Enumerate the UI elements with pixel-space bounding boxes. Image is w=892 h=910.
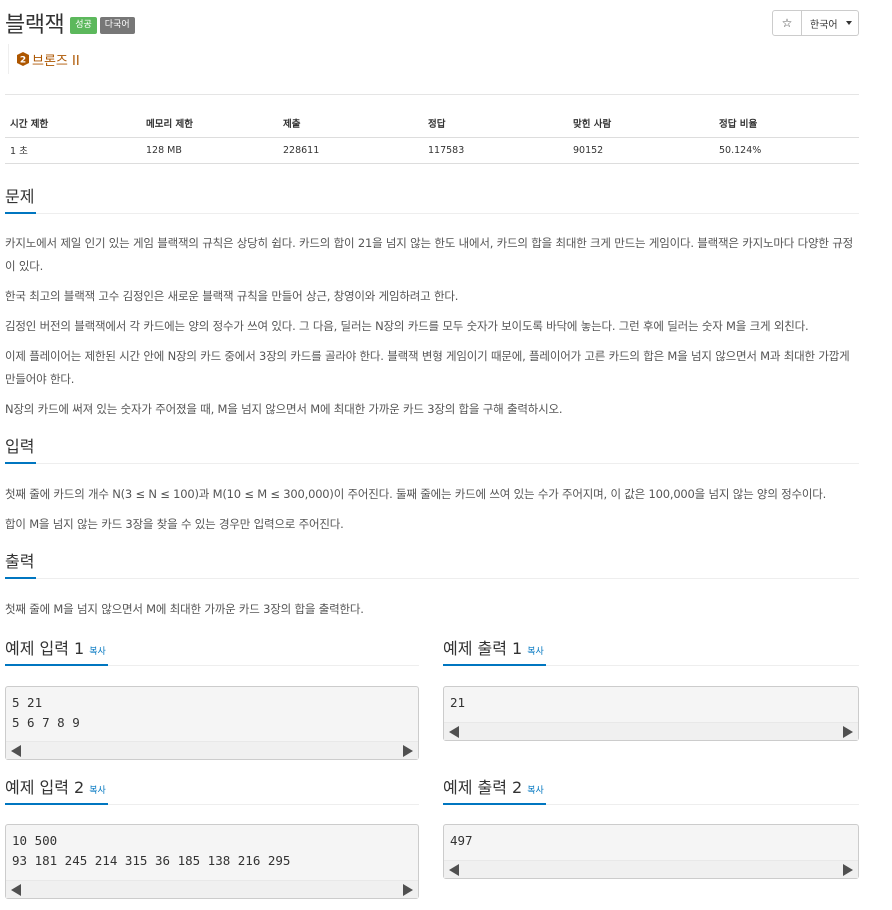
- stats-cell: 50.124%: [714, 137, 859, 164]
- input-paragraph: 합이 M을 넘지 않는 카드 3장을 찾을 수 있는 경우만 입력으로 주어진다…: [5, 517, 344, 531]
- star-icon: ☆: [781, 16, 793, 30]
- success-badge: 성공: [70, 16, 97, 34]
- input-section-head: 입력: [5, 436, 859, 464]
- sample-input-1-title: 예제 입력 1 복사: [5, 635, 108, 666]
- scroll-right-icon[interactable]: [843, 726, 853, 738]
- language-label: 한국어: [810, 19, 838, 31]
- output-heading: 출력: [5, 548, 37, 579]
- sample-input-2-box[interactable]: 10 500 93 181 245 214 315 36 185 138 216…: [5, 824, 419, 899]
- stats-cell: 90152: [568, 137, 714, 164]
- sample-output-2-title: 예제 출력 2 복사: [443, 774, 546, 805]
- scroll-left-icon[interactable]: [449, 864, 459, 876]
- stats-header: 정답 비율: [714, 109, 859, 138]
- input-paragraph: 첫째 줄에 카드의 개수 N(3 ≤ N ≤ 100)과 M(10 ≤ M ≤ …: [5, 487, 827, 501]
- output-paragraph: 첫째 줄에 M을 넘지 않으면서 M에 최대한 가까운 카드 3장의 합을 출력…: [5, 602, 364, 616]
- stats-header: 시간 제한: [5, 109, 141, 138]
- tier-icon: 2: [17, 52, 29, 66]
- sample-output-1-box[interactable]: 21: [443, 686, 859, 741]
- scroll-left-icon[interactable]: [11, 745, 21, 757]
- sample-output-2-head: 예제 출력 2 복사: [443, 775, 859, 805]
- problem-paragraph: 카지노에서 제일 인기 있는 게임 블랙잭의 규칙은 상당히 쉽다. 카드의 합…: [5, 236, 853, 273]
- sample-output-2: 497: [450, 833, 473, 848]
- scroll-right-icon[interactable]: [403, 745, 413, 757]
- stats-header: 정답: [423, 109, 568, 138]
- sample-output-1-title-text: 예제 출력 1: [443, 639, 523, 658]
- sample-input-2-title: 예제 입력 2 복사: [5, 774, 108, 805]
- stats-row: 1 초 128 MB 228611 117583 90152 50.124%: [5, 137, 859, 164]
- horizontal-scrollbar[interactable]: [6, 741, 418, 759]
- multilang-badge: 다국어: [99, 16, 135, 34]
- title-row: 블랙잭 성공 다국어: [5, 8, 135, 38]
- stats-cell: 1 초: [5, 137, 141, 164]
- stats-header: 제출: [278, 109, 423, 138]
- copy-button[interactable]: 복사: [89, 647, 106, 657]
- sample-output-1-title: 예제 출력 1 복사: [443, 635, 546, 666]
- stats-cell: 117583: [423, 137, 568, 164]
- divider: [5, 94, 859, 95]
- horizontal-scrollbar[interactable]: [444, 860, 858, 878]
- input-heading: 입력: [5, 433, 37, 464]
- stats-cell: 128 MB: [141, 137, 278, 164]
- problem-paragraph: 김정인 버전의 블랙잭에서 각 카드에는 양의 정수가 쓰여 있다. 그 다음,…: [5, 319, 809, 333]
- sample-input-2: 10 500 93 181 245 214 315 36 185 138 216…: [12, 833, 291, 868]
- horizontal-scrollbar[interactable]: [444, 722, 858, 740]
- page-title: 블랙잭: [5, 13, 65, 38]
- language-select[interactable]: 한국어: [802, 10, 859, 36]
- stats-header-row: 시간 제한 메모리 제한 제출 정답 맞힌 사람 정답 비율: [5, 109, 859, 138]
- top-controls: ☆ 한국어: [772, 10, 859, 36]
- sample-output-1-head: 예제 출력 1 복사: [443, 636, 859, 666]
- sample-input-1: 5 21 5 6 7 8 9: [12, 695, 80, 730]
- tier-row: 2 브론즈 II: [8, 44, 80, 74]
- problem-section-head: 문제: [5, 186, 859, 214]
- tier-number: 2: [20, 56, 26, 66]
- scroll-left-icon[interactable]: [11, 884, 21, 896]
- horizontal-scrollbar[interactable]: [6, 880, 418, 898]
- problem-heading: 문제: [5, 183, 37, 214]
- sample-input-1-title-text: 예제 입력 1: [5, 639, 85, 658]
- star-button[interactable]: ☆: [772, 10, 802, 36]
- copy-button[interactable]: 복사: [89, 786, 106, 796]
- sample-input-1-box[interactable]: 5 21 5 6 7 8 9: [5, 686, 419, 760]
- copy-button[interactable]: 복사: [527, 786, 544, 796]
- tier-label[interactable]: 브론즈 II: [32, 50, 80, 69]
- sample-output-1: 21: [450, 695, 466, 710]
- copy-button[interactable]: 복사: [527, 647, 544, 657]
- scroll-right-icon[interactable]: [843, 864, 853, 876]
- stats-cell: 228611: [278, 137, 423, 164]
- stats-header: 맞힌 사람: [568, 109, 714, 138]
- stats-table: 시간 제한 메모리 제한 제출 정답 맞힌 사람 정답 비율 1 초 128 M…: [5, 109, 859, 164]
- problem-paragraph: N장의 카드에 써져 있는 숫자가 주어졌을 때, M을 넘지 않으면서 M에 …: [5, 402, 563, 416]
- problem-paragraph: 한국 최고의 블랙잭 고수 김정인은 새로운 블랙잭 규칙을 만들어 상근, 창…: [5, 289, 459, 303]
- scroll-left-icon[interactable]: [449, 726, 459, 738]
- sample-output-2-box[interactable]: 497: [443, 824, 859, 879]
- scroll-right-icon[interactable]: [403, 884, 413, 896]
- sample-output-2-title-text: 예제 출력 2: [443, 778, 523, 797]
- output-section-head: 출력: [5, 551, 859, 579]
- chevron-down-icon: [846, 21, 852, 25]
- sample-input-1-head: 예제 입력 1 복사: [5, 636, 419, 666]
- stats-header: 메모리 제한: [141, 109, 278, 138]
- problem-paragraph: 이제 플레이어는 제한된 시간 안에 N장의 카드 중에서 3장의 카드를 골라…: [5, 349, 850, 386]
- sample-input-2-title-text: 예제 입력 2: [5, 778, 85, 797]
- sample-input-2-head: 예제 입력 2 복사: [5, 775, 419, 805]
